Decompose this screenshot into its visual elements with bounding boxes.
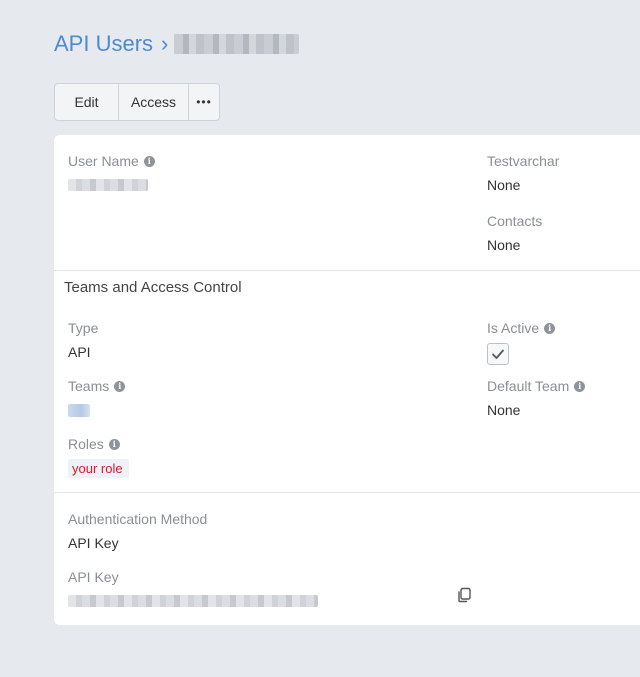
contacts-label: Contacts [487,213,543,229]
api-key-value-redacted [68,595,318,607]
overview-section: User Name i Testvarchar None Contacts No… [54,135,640,271]
breadcrumb-api-users-link[interactable]: API Users [54,31,153,57]
access-button[interactable]: Access [119,84,189,120]
type-field: Type API [68,319,98,361]
record-toolbar: Edit Access ••• [54,83,220,121]
check-icon [492,349,504,359]
breadcrumb-user-name-redacted [174,34,300,54]
api-key-label: API Key [68,569,119,585]
team-link-redacted[interactable] [68,403,90,417]
info-icon[interactable]: i [544,322,556,334]
testvarchar-label: Testvarchar [487,153,560,169]
role-link[interactable]: your role [68,458,129,478]
section-title: Teams and Access Control [64,279,242,296]
default-team-label: Default Team [487,378,570,394]
is-active-label: Is Active [487,320,540,336]
copy-icon[interactable] [455,586,473,604]
info-icon[interactable]: i [574,380,586,392]
type-value: API [68,344,91,360]
testvarchar-field: Testvarchar None [487,152,559,194]
user-name-field: User Name i [68,152,155,194]
default-team-value: None [487,402,521,418]
api-key-field: API Key [68,568,318,610]
teams-field: Teams i [68,377,126,419]
testvarchar-value: None [487,177,521,193]
contacts-field: Contacts None [487,212,542,254]
more-actions-button[interactable]: ••• [189,84,219,120]
info-icon[interactable]: i [108,438,120,450]
edit-button[interactable]: Edit [55,84,119,120]
is-active-checkbox[interactable] [487,343,509,365]
type-label: Type [68,320,99,336]
teams-label: Teams [68,378,110,394]
info-icon[interactable]: i [143,155,155,167]
detail-panel: User Name i Testvarchar None Contacts No… [54,135,640,625]
contacts-value: None [487,237,521,253]
auth-method-field: Authentication Method API Key [68,510,207,552]
roles-field: Roles i your role [68,435,129,478]
info-icon[interactable]: i [114,380,126,392]
user-name-label: User Name [68,153,139,169]
authentication-section: Authentication Method API Key API Key [54,493,640,626]
roles-label: Roles [68,436,104,452]
breadcrumb: API Users › [54,28,300,60]
default-team-field: Default Team i None [487,377,586,419]
is-active-field: Is Active i [487,319,556,365]
auth-method-value: API Key [68,535,119,551]
user-name-value-redacted [68,179,148,191]
teams-access-section: Teams and Access Control Type API Is Act… [54,271,640,493]
breadcrumb-separator: › [161,31,169,56]
more-icon: ••• [196,95,212,109]
auth-method-label: Authentication Method [68,511,208,527]
